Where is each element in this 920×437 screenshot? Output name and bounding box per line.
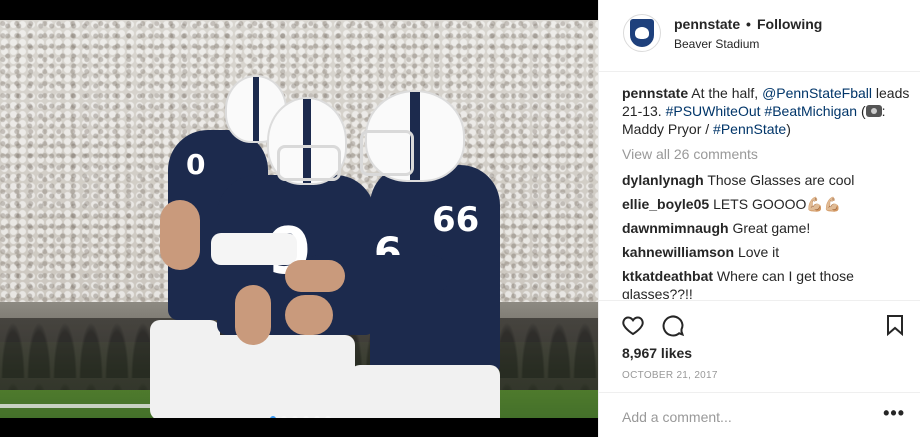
more-options-button[interactable]: ••• [883, 403, 905, 424]
hashtag-link[interactable]: #PennState [713, 121, 786, 137]
comment-username[interactable]: dylanlynagh [622, 172, 704, 188]
post-caption: pennstate At the half, @PennStateFball l… [622, 84, 912, 138]
comment-item: ktkatdeathbat Where can I get those glas… [622, 267, 914, 299]
camera-emoji-icon [865, 105, 882, 117]
add-comment-input[interactable] [622, 407, 862, 427]
carousel-indicator [270, 416, 331, 418]
carousel-dot [314, 416, 320, 418]
comment-text: LETS GOOOO💪🏼💪🏼 [713, 196, 842, 212]
caption-username[interactable]: pennstate [622, 85, 688, 101]
bookmark-icon[interactable] [883, 313, 907, 337]
hashtag-link[interactable]: #PSUWhiteOut [666, 103, 761, 119]
caption-text: At the half, [688, 85, 763, 101]
carousel-dot [270, 416, 276, 418]
jersey-number-left: 0 [186, 148, 206, 181]
post-media[interactable]: 0 9 66 6 [0, 0, 598, 437]
comment-bubble-icon[interactable] [661, 313, 685, 337]
comment-text: Those Glasses are cool [707, 172, 855, 188]
header-username[interactable]: pennstate [674, 16, 740, 32]
likes-count[interactable]: 8,967 likes [622, 345, 692, 361]
add-comment-bar: ••• [599, 392, 920, 437]
caption-text: ) [786, 121, 791, 137]
carousel-dot [292, 416, 298, 418]
comments-list: dylanlynagh Those Glasses are cool ellie… [622, 171, 914, 299]
comment-text: Love it [737, 244, 780, 260]
comment-username[interactable]: ktkatdeathbat [622, 268, 713, 284]
post-photo: 0 9 66 6 [0, 20, 598, 418]
caption-text: ( [860, 103, 866, 119]
player-right: 66 6 [285, 70, 510, 418]
avatar[interactable] [623, 14, 661, 52]
carousel-dot [325, 416, 331, 418]
mention-link[interactable]: @PennStateFball [762, 85, 872, 101]
comment-item: ellie_boyle05 LETS GOOOO💪🏼💪🏼 [622, 195, 914, 213]
post-date[interactable]: OCTOBER 21, 2017 [622, 370, 718, 381]
heart-icon[interactable] [621, 313, 645, 337]
carousel-dot [303, 416, 309, 418]
jersey-number-right: 66 [432, 200, 480, 240]
header-separator: • [746, 16, 751, 32]
view-all-comments-link[interactable]: View all 26 comments [622, 146, 758, 162]
penn-state-lion-shield-icon [630, 19, 654, 47]
glove-left [211, 233, 297, 265]
comment-item: dylanlynagh Those Glasses are cool [622, 171, 914, 189]
comment-item: kahnewilliamson Love it [622, 243, 914, 261]
post-actions: 8,967 likes OCTOBER 21, 2017 [599, 300, 920, 388]
hashtag-link[interactable]: #BeatMichigan [764, 103, 857, 119]
post-side-panel: pennstate • Following Beaver Stadium pen… [598, 0, 920, 437]
location-link[interactable]: Beaver Stadium [674, 37, 759, 51]
comment-item: dawnmimnaugh Great game! [622, 219, 914, 237]
comment-username[interactable]: dawnmimnaugh [622, 220, 729, 236]
comment-username[interactable]: ellie_boyle05 [622, 196, 709, 212]
comment-username[interactable]: kahnewilliamson [622, 244, 734, 260]
comment-text: Great game! [732, 220, 811, 236]
post-header: pennstate • Following Beaver Stadium [599, 0, 920, 72]
following-button[interactable]: Following [757, 16, 822, 32]
carousel-dot [281, 416, 287, 418]
